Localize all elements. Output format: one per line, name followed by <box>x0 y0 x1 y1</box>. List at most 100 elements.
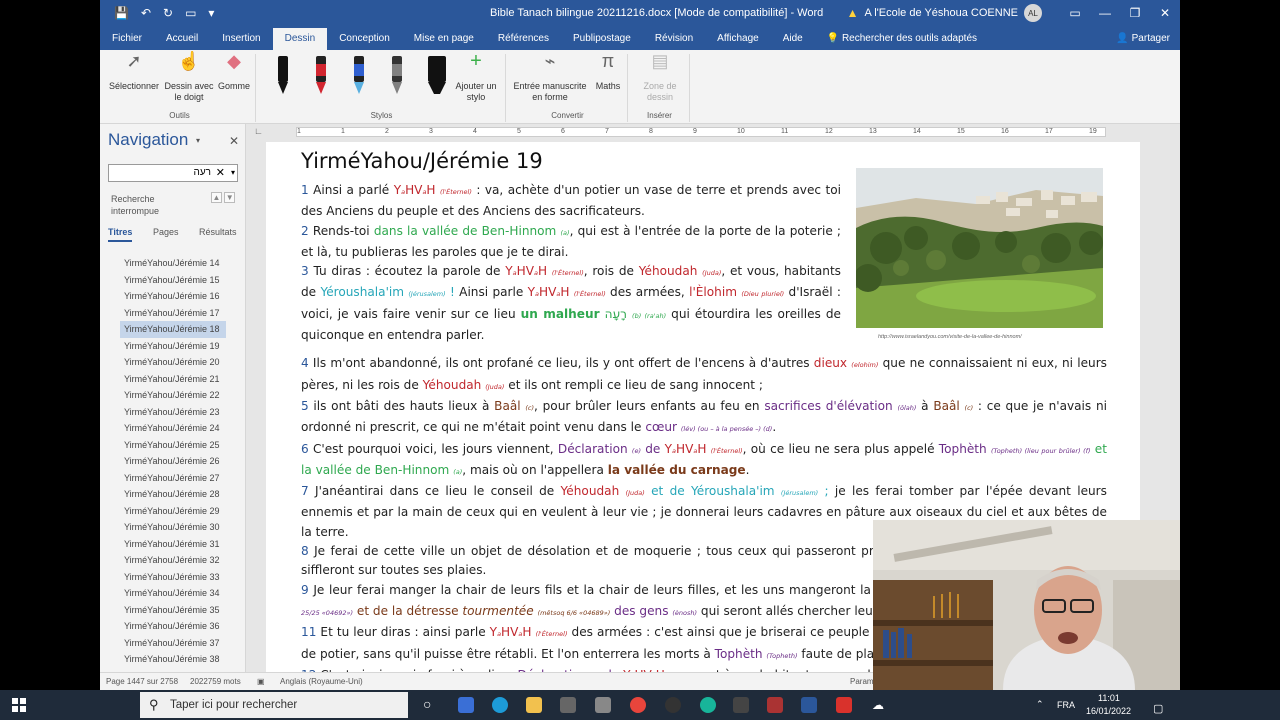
close-button[interactable]: ✕ <box>1150 6 1180 20</box>
verse-4: 4 Ils m'ont abandonné, ils ont profané c… <box>301 356 1107 392</box>
nav-heading-item[interactable]: YirméYahou/Jérémie 14 <box>120 255 226 272</box>
language-indicator[interactable]: FRA <box>1057 700 1075 710</box>
red-app-icon[interactable] <box>767 697 783 713</box>
next-result-icon[interactable]: ▼ <box>224 192 236 203</box>
pencil-gray-icon[interactable] <box>388 56 406 96</box>
word-icon[interactable] <box>801 697 817 713</box>
nav-heading-item[interactable]: YirméYahou/Jérémie 19 <box>120 338 226 355</box>
ribbon-display-icon[interactable]: ▭ <box>1060 6 1090 20</box>
tab-revision[interactable]: Révision <box>643 28 705 50</box>
nav-heading-item[interactable]: YirméYahou/Jérémie 35 <box>120 602 226 619</box>
select-button[interactable]: ➚ Sélectionner <box>106 52 162 92</box>
file-explorer-icon[interactable] <box>526 697 542 713</box>
tab-affichage[interactable]: Affichage <box>705 28 771 50</box>
nav-heading-item[interactable]: YirméYahou/Jérémie 27 <box>120 470 226 487</box>
tab-accueil[interactable]: Accueil <box>154 28 210 50</box>
nav-options-icon[interactable]: ▾ <box>196 136 200 145</box>
tab-publipostage[interactable]: Publipostage <box>561 28 643 50</box>
nav-heading-item[interactable]: YirméYahou/Jérémie 26 <box>120 453 226 470</box>
language-status[interactable]: Anglais (Royaume-Uni) <box>280 677 363 686</box>
nav-search-input[interactable]: רעה ✕ ▾ <box>108 164 238 182</box>
save-icon[interactable]: 💾 <box>114 6 129 20</box>
close-icon[interactable]: ✕ <box>229 134 239 148</box>
tab-selector-icon[interactable]: ∟ <box>254 126 263 136</box>
add-pen-button[interactable]: + Ajouter un stylo <box>450 51 502 103</box>
windows-start-icon[interactable] <box>12 698 26 712</box>
page-count[interactable]: Page 1447 sur 2758 <box>106 677 178 686</box>
pen-red-icon[interactable] <box>312 56 330 96</box>
nav-tab-titres[interactable]: Titres <box>108 227 133 242</box>
draw-finger-button[interactable]: ☝ Dessin avec le doigt <box>162 52 216 103</box>
nav-heading-item[interactable]: YirméYahou/Jérémie 22 <box>120 387 226 404</box>
nav-heading-item[interactable]: YirméYahou/Jérémie 29 <box>120 503 226 520</box>
nav-heading-item[interactable]: YirméYahou/Jérémie 34 <box>120 585 226 602</box>
clear-icon[interactable]: ✕ <box>216 165 225 181</box>
nav-heading-item[interactable]: YirméYahou/Jérémie 30 <box>120 519 226 536</box>
maximize-button[interactable]: ❐ <box>1120 6 1150 20</box>
nav-heading-item[interactable]: YirméYahou/Jérémie 24 <box>120 420 226 437</box>
nav-heading-item[interactable]: YirméYahou/Jérémie 18 <box>120 321 226 338</box>
word-count[interactable]: 2022759 mots <box>190 677 241 686</box>
warning-icon[interactable]: ▲ <box>847 6 859 20</box>
nav-heading-item[interactable]: YirméYahou/Jérémie 20 <box>120 354 226 371</box>
tab-insertion[interactable]: Insertion <box>210 28 272 50</box>
cortana-icon[interactable]: ○ <box>423 696 431 712</box>
chevron-down-icon[interactable]: ▾ <box>231 165 235 181</box>
redo-icon[interactable]: ↻ <box>163 6 173 20</box>
eraser-button[interactable]: ◆ Gomme <box>214 52 254 92</box>
tab-references[interactable]: Références <box>486 28 561 50</box>
chrome-icon[interactable] <box>630 697 646 713</box>
user-name[interactable]: A l'Ecole de Yéshoua COENNE <box>864 7 1018 19</box>
nav-tab-pages[interactable]: Pages <box>153 227 179 237</box>
minimize-button[interactable]: — <box>1090 6 1120 20</box>
nav-heading-item[interactable]: YirméYahou/Jérémie 17 <box>120 305 226 322</box>
acrobat-icon[interactable] <box>836 697 852 713</box>
nav-heading-item[interactable]: YirméYahou/Jérémie 33 <box>120 569 226 586</box>
nav-heading-item[interactable]: YirméYahou/Jérémie 16 <box>120 288 226 305</box>
highlighter-black-icon[interactable] <box>426 56 448 96</box>
tab-mise-en-page[interactable]: Mise en page <box>402 28 486 50</box>
edge-icon[interactable] <box>492 697 508 713</box>
media-app-icon[interactable] <box>733 697 749 713</box>
ink-to-shape-button[interactable]: ⌁ Entrée manuscrite en forme <box>510 52 590 103</box>
nav-tab-resultats[interactable]: Résultats <box>199 227 237 237</box>
nav-heading-item[interactable]: YirméYahou/Jérémie 21 <box>120 371 226 388</box>
green-app-icon[interactable] <box>700 697 716 713</box>
math-button[interactable]: π Maths <box>592 52 624 92</box>
previous-result-icon[interactable]: ▲ <box>211 192 222 203</box>
taskbar-search-input[interactable]: ⚲ Taper ici pour rechercher <box>140 692 408 718</box>
avatar[interactable]: AL <box>1024 4 1042 22</box>
nav-heading-item[interactable]: YirméYahou/Jérémie 28 <box>120 486 226 503</box>
nav-heading-item[interactable]: YirméYahou/Jérémie 36 <box>120 618 226 635</box>
nav-heading-item[interactable]: YirméYahou/Jérémie 25 <box>120 437 226 454</box>
nav-heading-item[interactable]: YirméYahou/Jérémie 32 <box>120 552 226 569</box>
clock-time[interactable]: 11:01 <box>1098 693 1120 703</box>
tray-chevron-icon[interactable]: ⌃ <box>1036 699 1044 710</box>
obs-icon[interactable] <box>665 697 681 713</box>
clock-date[interactable]: 16/01/2022 <box>1086 706 1131 716</box>
notification-icon[interactable]: ▢ <box>1153 702 1163 715</box>
proofing-icon[interactable]: ▣ <box>257 677 265 686</box>
store-icon[interactable] <box>560 697 576 713</box>
tab-aide[interactable]: Aide <box>771 28 815 50</box>
tell-me-search[interactable]: 💡 Rechercher des outils adaptés <box>815 28 989 50</box>
nav-heading-item[interactable]: YirméYahou/Jérémie 23 <box>120 404 226 421</box>
nav-heading-item[interactable]: YirméYahou/Jérémie 37 <box>120 635 226 652</box>
tab-fichier[interactable]: Fichier <box>100 28 154 50</box>
nav-heading-item[interactable]: YirméYahou/Jérémie 38 <box>120 651 226 668</box>
tab-conception[interactable]: Conception <box>327 28 402 50</box>
drawing-zone-button[interactable]: ▤ Zone de dessin <box>634 52 686 103</box>
undo-icon[interactable]: ↶ <box>141 6 151 20</box>
cloud-icon[interactable]: ☁ <box>872 698 884 712</box>
task-view-icon[interactable] <box>458 697 474 713</box>
pen-black-icon[interactable] <box>274 56 292 96</box>
settings-icon[interactable] <box>595 697 611 713</box>
open-icon[interactable]: ▭ <box>185 6 196 20</box>
nav-heading-item[interactable]: YirméYahou/Jérémie 31 <box>120 536 226 553</box>
nav-heading-item[interactable]: YirméYahou/Jérémie 15 <box>120 272 226 289</box>
tab-dessin[interactable]: Dessin <box>272 28 328 50</box>
share-button[interactable]: 👤 Partager <box>1116 33 1170 44</box>
param-status[interactable]: Param <box>850 677 874 686</box>
customize-icon[interactable]: ▾ <box>208 6 214 20</box>
pen-galaxy-icon[interactable] <box>350 56 368 96</box>
